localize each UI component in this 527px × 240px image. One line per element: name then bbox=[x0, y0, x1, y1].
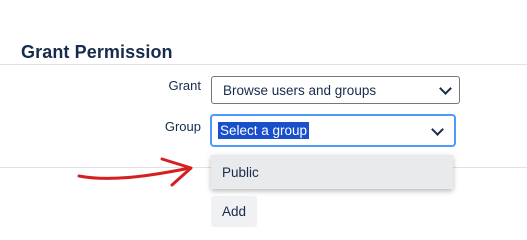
arrow-right-icon bbox=[77, 157, 193, 187]
